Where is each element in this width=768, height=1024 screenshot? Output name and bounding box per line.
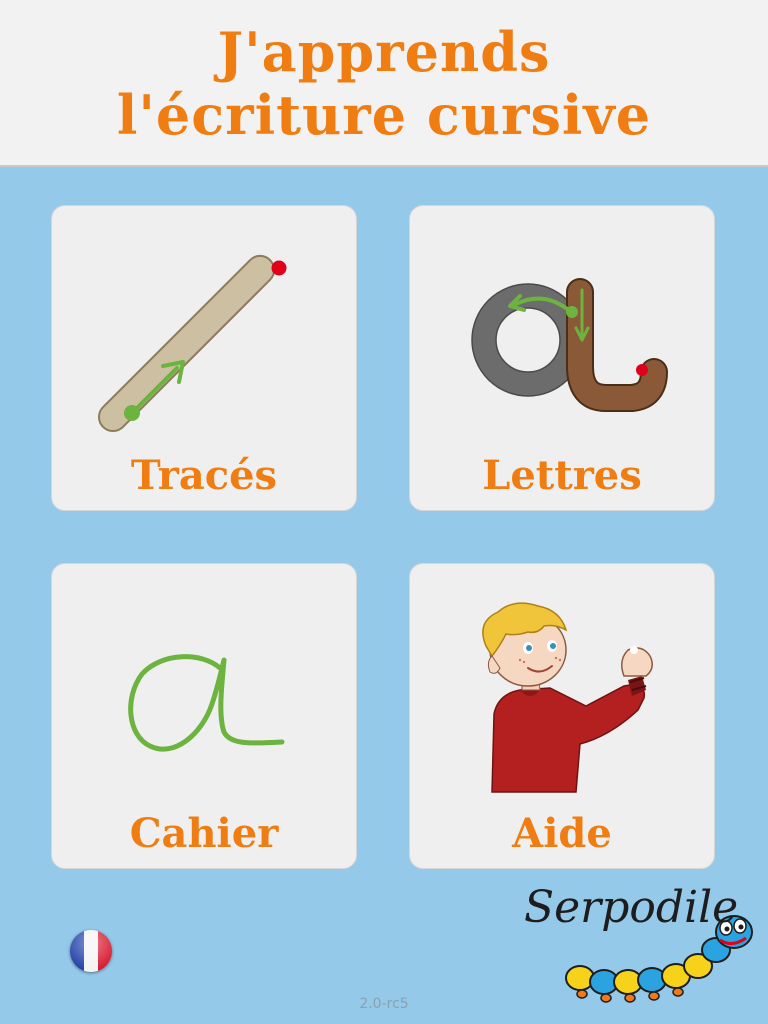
traces-label: Tracés	[130, 452, 278, 499]
aide-label: Aide	[512, 810, 612, 857]
boy-writing-icon	[482, 602, 653, 793]
aide-button[interactable]: Aide	[409, 563, 715, 869]
stroke-icon	[98, 254, 287, 432]
logo-text: Serpodile	[524, 882, 739, 933]
cahier-button[interactable]: Cahier	[51, 563, 357, 869]
version-label: 2.0-rc5	[359, 996, 409, 1012]
traces-button[interactable]: Tracés	[51, 205, 357, 511]
lettres-button[interactable]: Lettres	[409, 205, 715, 511]
cahier-label: Cahier	[129, 810, 279, 857]
letter-a-guide-icon	[471, 278, 668, 412]
app-title-line-1: J'apprends	[217, 20, 551, 84]
app-title-line-2: l'écriture cursive	[116, 83, 652, 147]
header-bar: J'apprends l'écriture cursive	[0, 0, 768, 167]
lettres-label: Lettres	[482, 452, 642, 499]
handwritten-a-icon	[128, 654, 285, 752]
france-flag-icon[interactable]	[70, 930, 112, 972]
